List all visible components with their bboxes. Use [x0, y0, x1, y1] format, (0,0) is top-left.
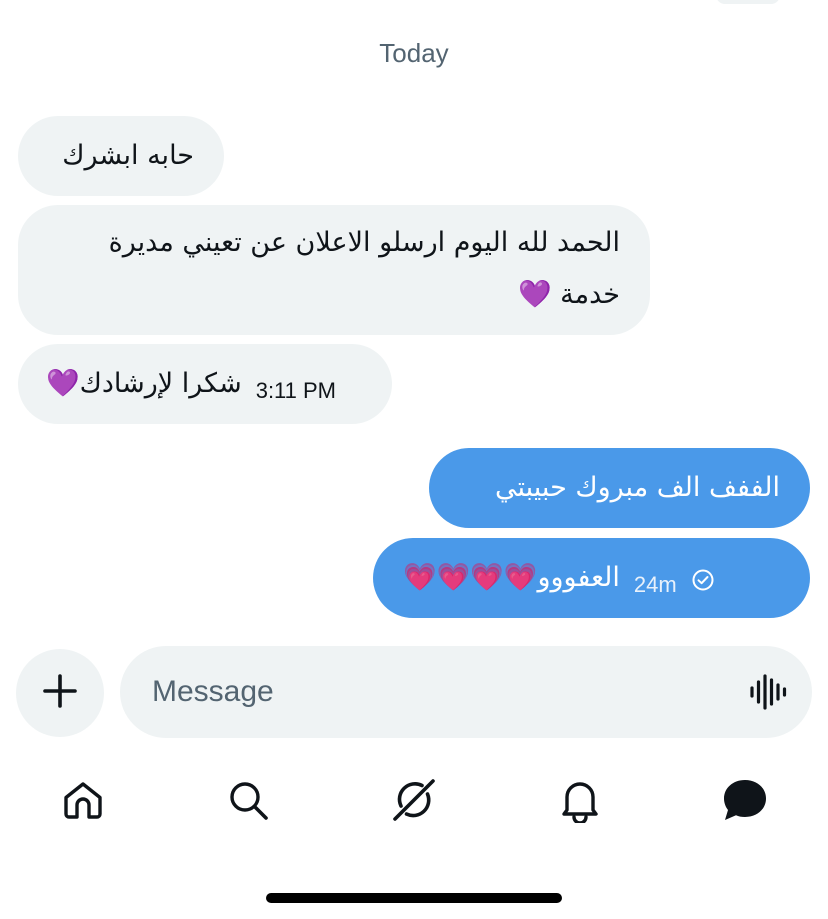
nav-grok[interactable]	[390, 778, 438, 826]
message-bubble-incoming[interactable]: حابه ابشرك	[18, 116, 224, 196]
message-timestamp: 3:11 PM	[255, 378, 337, 403]
nav-notifications[interactable]	[556, 778, 604, 826]
check-circle-icon	[691, 558, 715, 610]
message-text: العفووو💗💗💗💗	[403, 562, 620, 593]
message-bubble-outgoing[interactable]: 24m العفووو💗💗💗💗	[373, 538, 810, 618]
nav-messages[interactable]	[721, 778, 769, 826]
message-text: الففف الف مبروك حبيبتي	[494, 472, 780, 503]
message-text: الحمد لله اليوم ارسلو الاعلان عن تعيني م…	[108, 227, 620, 310]
grok-icon	[389, 775, 439, 829]
message-bubble-incoming[interactable]: 3:11 PM شكرا لإرشادك💜	[18, 344, 392, 424]
message-composer	[120, 646, 812, 738]
bottom-navigation	[0, 770, 828, 834]
message-timestamp: 24m	[633, 572, 677, 597]
search-icon	[226, 778, 270, 826]
previous-item-edge	[716, 0, 780, 4]
message-text: شكرا لإرشادك💜	[46, 368, 242, 399]
voice-message-button[interactable]	[748, 674, 788, 710]
message-bubble-outgoing[interactable]: الففف الف مبروك حبيبتي	[429, 448, 810, 528]
message-input[interactable]	[152, 646, 722, 738]
message-icon	[721, 777, 769, 827]
message-text: حابه ابشرك	[62, 140, 194, 171]
home-indicator	[266, 893, 562, 903]
message-bubble-incoming[interactable]: الحمد لله اليوم ارسلو الاعلان عن تعيني م…	[18, 205, 650, 335]
add-attachment-button[interactable]	[16, 649, 104, 737]
plus-icon	[40, 671, 80, 715]
nav-search[interactable]	[224, 778, 272, 826]
nav-home[interactable]	[59, 778, 107, 826]
date-separator: Today	[379, 38, 449, 68]
waveform-icon	[748, 674, 788, 714]
home-icon	[61, 778, 105, 826]
bell-icon	[558, 777, 602, 827]
